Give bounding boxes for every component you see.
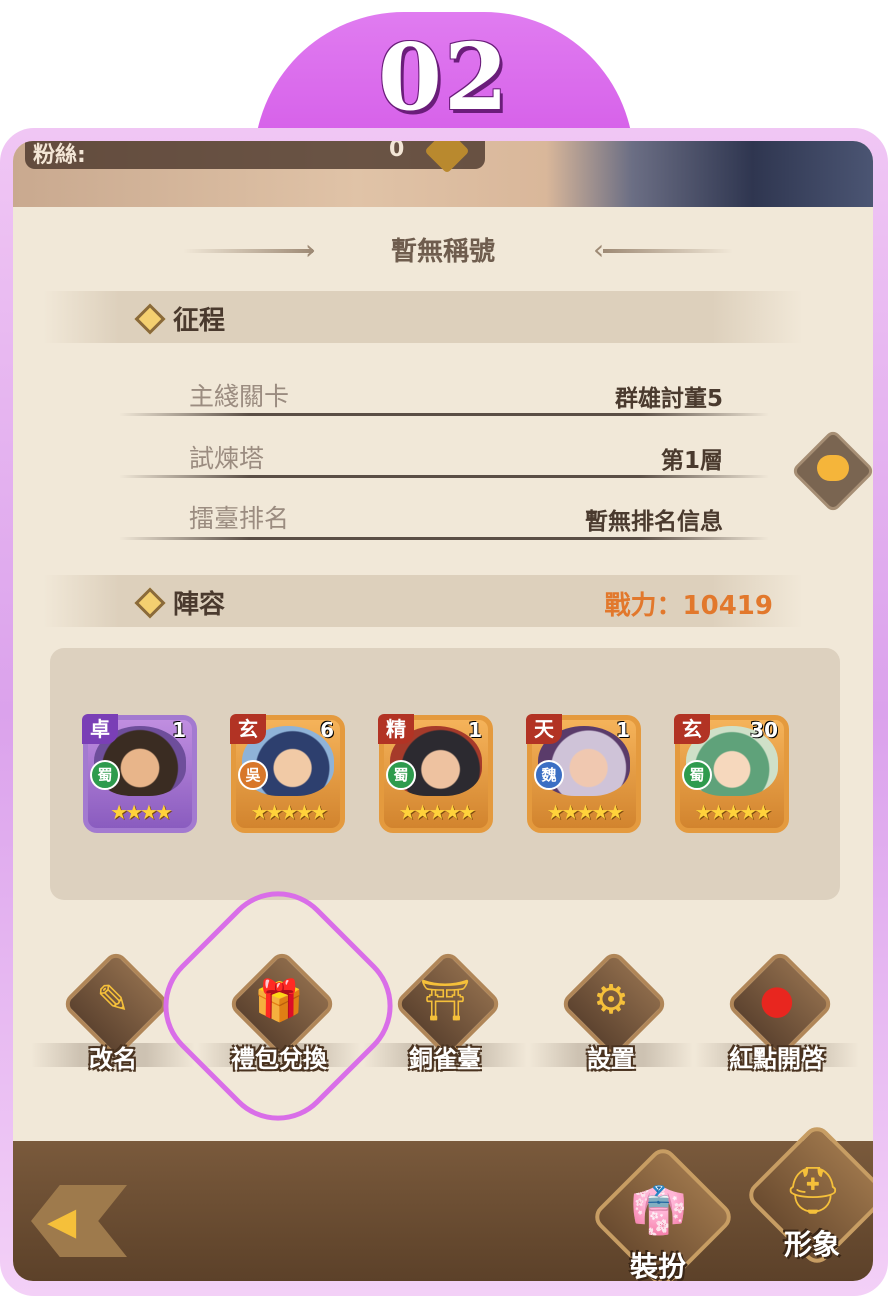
bronze-sparrow-button[interactable]: ⛩ 銅雀臺 [363,948,527,1101]
profile-banner: 粉絲: 0 [13,141,873,207]
edit-icon: ✎ [96,977,130,1023]
title-left-line [183,249,313,253]
title-right-line [603,249,733,253]
hero-stars: ★★★★★ [546,800,625,824]
hero-faction-badge: 吳 [238,760,268,790]
hero-level: 1 [172,718,186,742]
rename-label: 改名 [89,1045,137,1073]
hero-grade-badge: 精 [378,714,414,744]
hero-card[interactable]: 卓 1 蜀 ★★★★ [82,714,197,833]
bronze-sparrow-label: 銅雀臺 [409,1045,481,1073]
journey-heading: 征程 [173,306,226,336]
red-dot-toggle-label: 紅點開啓 [729,1045,825,1073]
helmet-icon: ⛑ [783,1163,843,1217]
arena-label: 擂臺排名 [189,504,290,533]
chat-bubble-icon[interactable] [817,455,849,481]
hero-card[interactable]: 玄 30 蜀 ★★★★★ [674,714,789,833]
red-dot-toggle-button[interactable]: ● 紅點開啓 [695,948,859,1101]
tower-label: 試煉塔 [189,444,265,473]
hero-grade-badge: 玄 [230,714,266,744]
hero-grade-badge: 卓 [82,714,118,744]
robe-icon: 👘 [630,1183,688,1237]
hero-faction-badge: 蜀 [386,760,416,790]
stage-value: 群雄討董5 [614,386,723,412]
tower-value: 第1層 [660,448,723,474]
combat-power: 戰力：10419 [604,591,773,621]
hero-level: 1 [468,718,482,742]
fans-strip [25,141,485,169]
hero-level: 30 [750,718,778,742]
row-divider [119,475,769,478]
dress-up-label: 裝扮 [629,1250,686,1281]
hero-card[interactable]: 玄 6 吳 ★★★★★ [230,714,345,833]
profile-screen: 粉絲: 0 › 暫無稱號 ‹ 征程 主綫關卡 群雄討董5 試煉塔 第1層 擂臺排… [13,141,873,1281]
hero-card[interactable]: 天 1 魏 ★★★★★ [526,714,641,833]
hero-grade-badge: 玄 [674,714,710,744]
fans-value: 0 [389,141,405,162]
fans-label: 粉絲: [33,143,86,168]
hero-stars: ★★★★ [110,800,173,824]
player-title: 暫無稱號 [390,237,495,267]
hero-faction-badge: 蜀 [682,760,712,790]
hero-grade-badge: 天 [526,714,562,744]
step-number: 02 [377,23,511,131]
pavilion-icon: ⛩ [419,978,471,1024]
red-dot-icon: ● [759,977,795,1023]
arena-value: 暫無排名信息 [585,509,723,535]
settings-label: 設置 [587,1045,635,1073]
hero-card[interactable]: 精 1 蜀 ★★★★★ [378,714,493,833]
hero-stars: ★★★★★ [694,800,773,824]
bottom-bar [13,1141,873,1281]
lineup-heading: 陣容 [173,590,226,620]
hero-stars: ★★★★★ [398,800,477,824]
title-left-arrow-icon: › [305,233,317,266]
hero-faction-badge: 魏 [534,760,564,790]
appearance-label: 形象 [783,1228,840,1261]
rename-button[interactable]: ✎ 改名 [31,948,195,1101]
stage-label: 主綫關卡 [189,382,290,411]
hero-faction-badge: 蜀 [90,760,120,790]
hero-stars: ★★★★★ [250,800,329,824]
settings-button[interactable]: ⚙ 設置 [529,948,693,1101]
back-arrow-icon[interactable]: ◀ [47,1199,76,1243]
row-divider [119,537,769,540]
hero-level: 6 [320,718,334,742]
hero-level: 1 [616,718,630,742]
gear-icon: ⚙ [593,977,629,1023]
row-divider [119,413,769,416]
